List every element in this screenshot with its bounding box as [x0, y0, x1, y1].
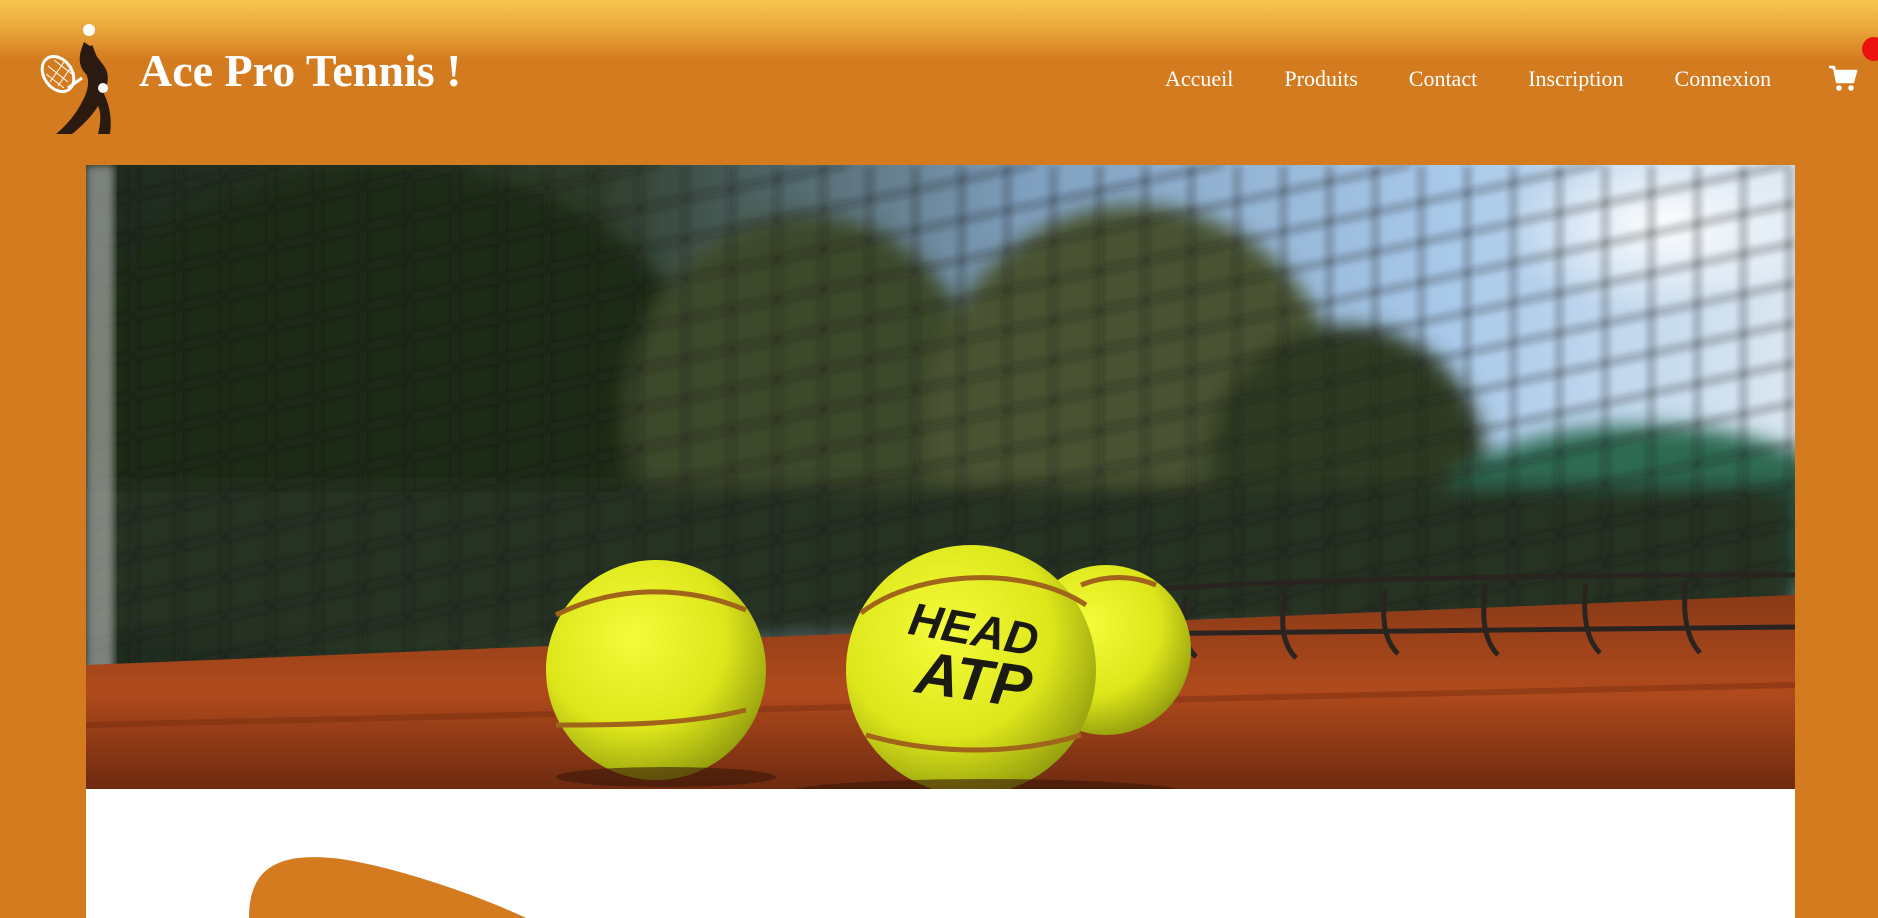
- nav-inscription[interactable]: Inscription: [1528, 64, 1623, 94]
- cart-badge: [1862, 37, 1878, 61]
- nav-produits[interactable]: Produits: [1284, 64, 1357, 94]
- site-title[interactable]: Ace Pro Tennis !: [139, 44, 461, 98]
- main-nav: Accueil Produits Contact Inscription Con…: [1165, 64, 1822, 94]
- tennis-player-logo-icon[interactable]: [38, 22, 116, 136]
- decorative-orange-shape: [249, 857, 526, 918]
- nav-accueil[interactable]: Accueil: [1165, 64, 1233, 94]
- nav-connexion[interactable]: Connexion: [1675, 64, 1772, 94]
- tennis-balls-net-image: HEAD ATP: [86, 165, 1795, 789]
- nav-contact[interactable]: Contact: [1409, 64, 1477, 94]
- shopping-cart-icon[interactable]: [1828, 64, 1858, 92]
- site-header: Ace Pro Tennis ! Accueil Produits Contac…: [0, 0, 1878, 165]
- main-content: [86, 789, 1795, 918]
- hero-banner: HEAD ATP: [86, 165, 1795, 789]
